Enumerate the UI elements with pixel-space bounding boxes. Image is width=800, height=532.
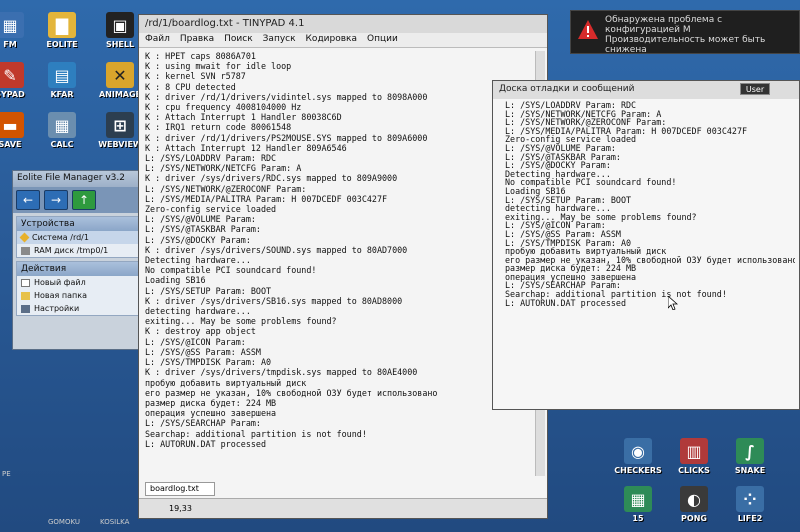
user-button[interactable]: User <box>740 83 770 95</box>
device-label: RAM диск /tmp0/1 <box>34 246 109 255</box>
action-new-folder[interactable]: Новая папка <box>17 289 142 302</box>
desktop-icon-pong[interactable]: ◐ PONG <box>666 486 722 523</box>
desktop-icon-label: SYPAD <box>0 90 25 99</box>
desktop-icon-label: FM <box>3 40 17 49</box>
desktop-icon-life2[interactable]: ⁘ LIFE2 <box>722 486 778 523</box>
desktop-icon-label: SNAKE <box>734 466 766 475</box>
folder-icon <box>21 291 30 300</box>
save-icon: ▬ <box>0 112 24 138</box>
terminal-icon: ▣ <box>106 12 134 38</box>
debug-board-window[interactable]: Доска отладки и сообщений L: /SYS/LOADDR… <box>492 80 800 410</box>
calculator-icon: ▦ <box>48 112 76 138</box>
life-icon: ⁘ <box>736 486 764 512</box>
menu-search[interactable]: Поиск <box>224 34 253 46</box>
notification-line-2: Производительность может быть снижена <box>605 35 766 55</box>
settings-icon <box>21 304 30 313</box>
paint-icon: ✕ <box>106 62 134 88</box>
file-manager-window[interactable]: Eolite File Manager v3.2 ← → ↑ Устройств… <box>12 170 147 350</box>
action-label: Новый файл <box>34 278 86 287</box>
desktop-label-kosilka[interactable]: KOSILKA <box>100 518 129 526</box>
desktop-icon-label: CALC <box>50 140 74 149</box>
web-icon: ⊞ <box>106 112 134 138</box>
desktop-icon-label: LIFE2 <box>737 514 763 523</box>
desktop-label-pe[interactable]: PE <box>2 470 11 478</box>
checkers-icon: ◉ <box>624 438 652 464</box>
folder-icon: ▇ <box>48 12 76 38</box>
kfar-icon: ▤ <box>48 62 76 88</box>
window-title: Eolite File Manager v3.2 <box>13 171 146 187</box>
actions-header: Действия <box>17 262 142 276</box>
devices-panel: Устройства Система /rd/1 RAM диск /tmp0/… <box>16 216 143 258</box>
device-item[interactable]: Система /rd/1 <box>17 231 142 244</box>
desktop-icon-eolite[interactable]: ▇ EOLITE <box>34 12 90 49</box>
action-settings[interactable]: Настройки <box>17 302 142 315</box>
status-bar: 19,33 <box>139 498 547 518</box>
desktop-label-gomoku[interactable]: GOMOKU <box>48 518 80 526</box>
puzzle15-icon: ▦ <box>624 486 652 512</box>
desktop-icon-label: SAVE <box>0 140 22 149</box>
desktop-icon-15[interactable]: ▦ 15 <box>610 486 666 523</box>
desktop-icon-label: EOLITE <box>46 40 78 49</box>
editor-text[interactable]: K : HPET caps 8086A701 K : using mwait f… <box>145 51 533 476</box>
desktop-icon-checkers[interactable]: ◉ CHECKERS <box>610 438 666 475</box>
desktop-icon-sypad[interactable]: ✎ SYPAD <box>0 62 38 99</box>
warning-icon <box>578 20 598 39</box>
clicks-icon: ▥ <box>680 438 708 464</box>
debug-log-text[interactable]: L: /SYS/LOADDRV Param: RDC L: /SYS/NETWO… <box>505 101 795 405</box>
actions-panel: Действия Новый файл Новая папка Настройк… <box>16 261 143 316</box>
action-label: Настройки <box>34 304 80 313</box>
drive-icon <box>19 232 30 243</box>
desktop-icon-fm[interactable]: ▦ FM <box>0 12 38 49</box>
window-title: /rd/1/boardlog.txt - TINYPAD 4.1 <box>139 15 547 33</box>
desktop-icon-label: CLICKS <box>678 466 710 475</box>
action-label: Новая папка <box>34 291 87 300</box>
up-button[interactable]: ↑ <box>72 190 96 210</box>
fm-icon: ▦ <box>0 12 24 38</box>
desktop-icon-calc[interactable]: ▦ CALC <box>34 112 90 149</box>
toolbar: ← → ↑ <box>13 187 146 213</box>
menu-bar: Файл Правка Поиск Запуск Кодировка Опции <box>139 33 547 48</box>
forward-button[interactable]: → <box>44 190 68 210</box>
device-item[interactable]: RAM диск /tmp0/1 <box>17 244 142 257</box>
file-tab[interactable]: boardlog.txt <box>145 482 215 496</box>
desktop-icon-clicks[interactable]: ▥ CLICKS <box>666 438 722 475</box>
pong-icon: ◐ <box>680 486 708 512</box>
desktop-icon-kfar[interactable]: ▤ KFAR <box>34 62 90 99</box>
snake-icon: ∫ <box>736 438 764 464</box>
notification-popup[interactable]: Обнаружена проблема с конфигурацией M Пр… <box>570 10 800 55</box>
menu-edit[interactable]: Правка <box>180 34 214 46</box>
cursor-position: 19,33 <box>169 504 192 513</box>
ram-disk-icon <box>21 246 30 255</box>
menu-file[interactable]: Файл <box>145 34 170 46</box>
devices-header: Устройства <box>17 217 142 231</box>
menu-options[interactable]: Опции <box>367 34 398 46</box>
tinypad-window[interactable]: /rd/1/boardlog.txt - TINYPAD 4.1 Файл Пр… <box>138 14 548 519</box>
desktop-icon-label: PONG <box>681 514 707 523</box>
desktop-icon-snake[interactable]: ∫ SNAKE <box>722 438 778 475</box>
notepad-icon: ✎ <box>0 62 24 88</box>
action-new-file[interactable]: Новый файл <box>17 276 142 289</box>
menu-run[interactable]: Запуск <box>263 34 296 46</box>
new-file-icon <box>21 278 30 287</box>
desktop-icon-label: CHECKERS <box>614 466 662 475</box>
mouse-cursor-icon <box>668 296 678 310</box>
desktop-icon-label: 15 <box>632 514 644 523</box>
notification-line-1: Обнаружена проблема с конфигурацией M <box>605 15 723 35</box>
back-button[interactable]: ← <box>16 190 40 210</box>
menu-encoding[interactable]: Кодировка <box>306 34 357 46</box>
device-label: Система /rd/1 <box>32 233 89 242</box>
desktop-icon-label: KFAR <box>50 90 74 99</box>
desktop-icon-save[interactable]: ▬ SAVE <box>0 112 38 149</box>
